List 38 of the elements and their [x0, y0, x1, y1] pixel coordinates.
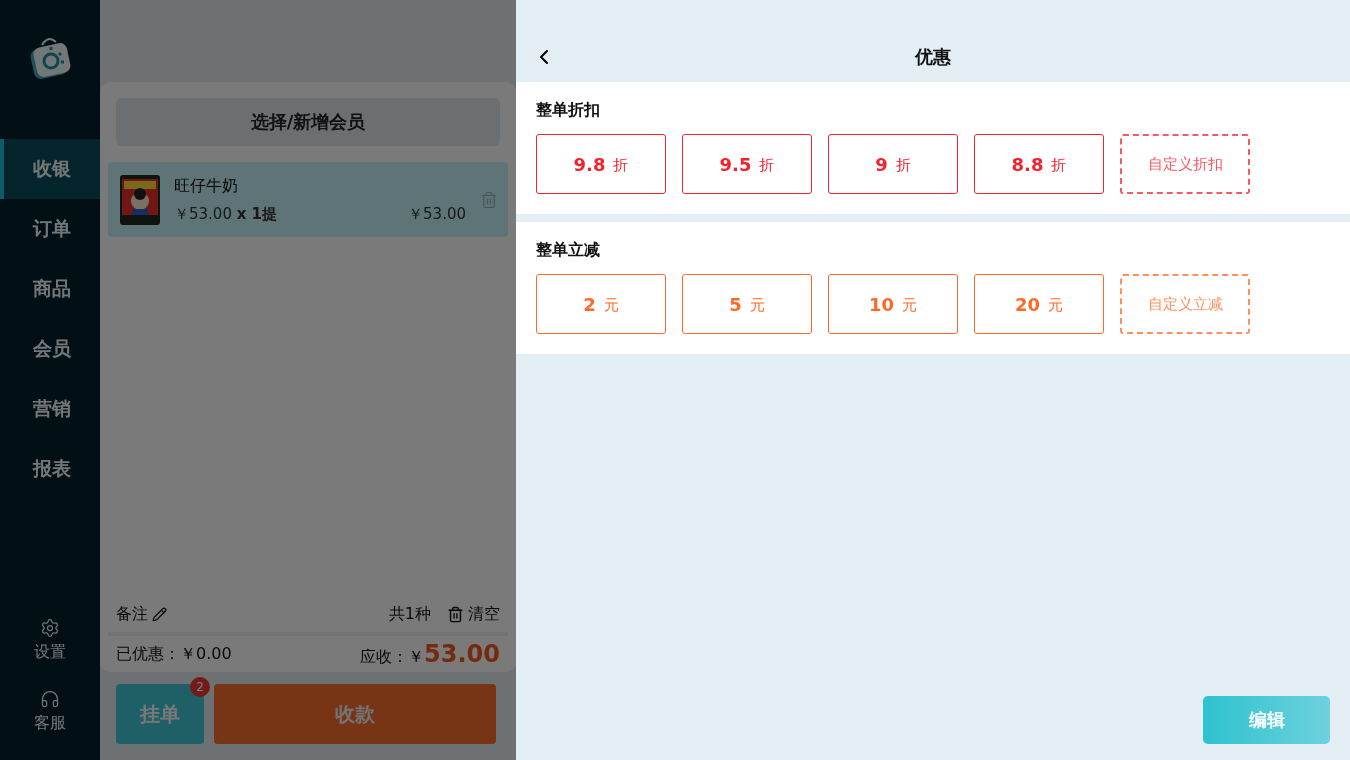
discount-option[interactable]: 10 元 [828, 274, 958, 334]
discount-option[interactable]: 9.5 折 [682, 134, 812, 194]
section-title: 整单立减 [536, 240, 601, 261]
product-total: ￥53.00 [408, 204, 466, 224]
nav-label[interactable]: 客服 [34, 713, 66, 734]
trash-icon[interactable] [447, 605, 464, 623]
custom-option[interactable]: 自定义折扣 [1120, 134, 1250, 194]
discount-amount: 已优惠：￥0.00 [116, 643, 232, 665]
nav-item[interactable]: 营销 [0, 379, 100, 439]
nav-label[interactable]: 设置 [34, 642, 66, 663]
nav-item[interactable]: 订单 [0, 199, 100, 259]
discount-option[interactable]: 20 元 [974, 274, 1104, 334]
count-badge: 2 [190, 677, 210, 697]
edit-icon[interactable] [152, 606, 167, 622]
discount-option[interactable]: 9.8 折 [536, 134, 666, 194]
headset-icon[interactable] [40, 689, 60, 709]
nav-item[interactable]: 会员 [0, 319, 100, 379]
discount-option[interactable]: 8.8 折 [974, 134, 1104, 194]
nav-item[interactable]: 商品 [0, 259, 100, 319]
note-label[interactable]: 备注 [116, 603, 148, 625]
member-button[interactable]: 选择/新增会员 [116, 98, 500, 146]
item-count: 共1种 [388, 603, 431, 625]
due-amount: 53.00 [424, 640, 500, 668]
panel-title: 优惠 [915, 45, 951, 69]
custom-option[interactable]: 自定义立减 [1120, 274, 1250, 334]
product-name: 旺仔牛奶 [174, 175, 239, 197]
nav-item[interactable]: 报表 [0, 439, 100, 499]
discount-option[interactable]: 9 折 [828, 134, 958, 194]
due-label: 应收：￥ [360, 647, 425, 666]
settings-icon[interactable] [40, 618, 60, 638]
product-price: ￥53.00 x 1提 [174, 204, 278, 224]
clear-link[interactable]: 清空 [468, 603, 500, 625]
discount-option[interactable]: 2 元 [536, 274, 666, 334]
discount-option[interactable]: 5 元 [682, 274, 812, 334]
section-title: 整单折扣 [536, 100, 601, 121]
nav-item[interactable]: 收银 [0, 139, 100, 199]
logo-icon [28, 35, 72, 79]
cart-item[interactable]: 旺仔牛奶 ￥53.00 x 1提 ￥53.00 [108, 162, 508, 237]
